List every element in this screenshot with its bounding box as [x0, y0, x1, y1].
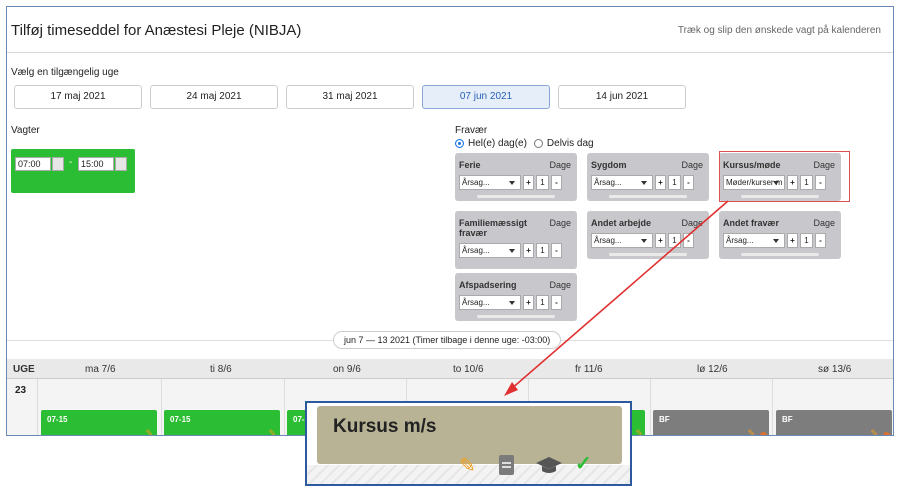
document-icon[interactable] — [497, 453, 517, 483]
zoom-callout: Kursus m/s ✎ ✓ — [305, 401, 632, 486]
timesheet-page: Tilføj timeseddel for Anæstesi Pleje (NI… — [0, 0, 900, 486]
graduation-cap-icon — [535, 455, 563, 481]
checkmark-icon: ✓ — [575, 453, 592, 475]
pencil-icon[interactable]: ✎ — [459, 453, 476, 478]
zoomed-event-label: Kursus m/s — [333, 416, 437, 437]
